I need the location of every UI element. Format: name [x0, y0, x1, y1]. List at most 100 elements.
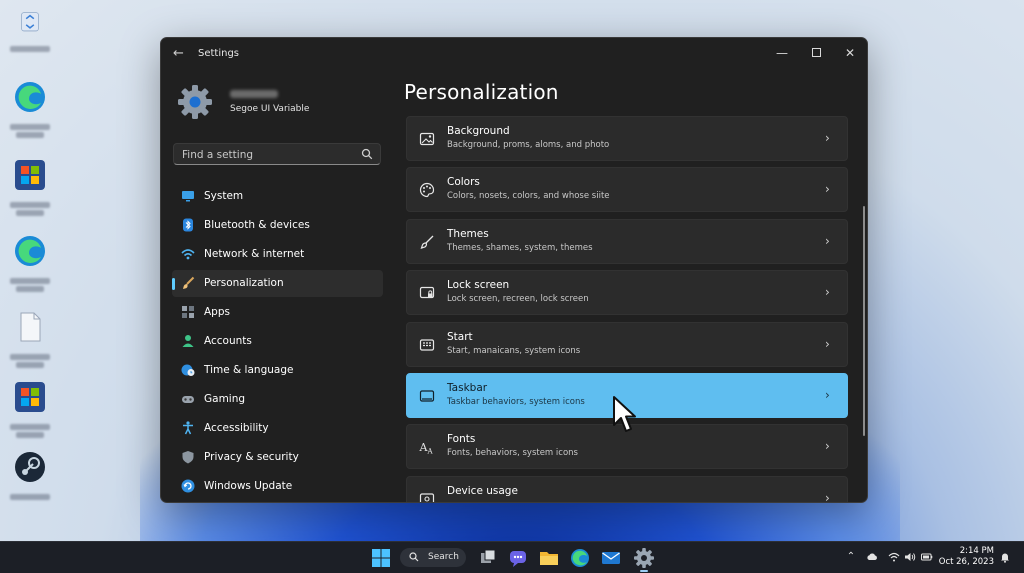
mail-icon[interactable]: [600, 547, 622, 569]
sidebar-item-label: Network & internet: [204, 248, 305, 260]
windows-start-icon[interactable]: [370, 547, 392, 569]
desktop-icon-edge-2[interactable]: [6, 234, 54, 292]
chevron-right-icon: ›: [825, 336, 830, 351]
person-icon: [182, 335, 194, 347]
desktop-icon-label: [16, 210, 44, 216]
sidebar-item-bluetooth-devices[interactable]: Bluetooth & devices: [172, 212, 383, 239]
sidebar-item-system[interactable]: System: [172, 183, 383, 210]
notification-bell-icon[interactable]: [999, 551, 1011, 563]
update-icon: [181, 479, 195, 493]
card-device-usage[interactable]: Device usage ›: [406, 475, 848, 502]
search-icon[interactable]: [361, 148, 373, 160]
document-icon: [20, 312, 41, 342]
wifi-icon[interactable]: [888, 551, 900, 563]
edge-icon[interactable]: [569, 547, 591, 569]
scrollbar[interactable]: [863, 206, 865, 436]
card-subtitle: Fonts, behaviors, system icons: [447, 448, 578, 459]
chevron-right-icon: ›: [825, 131, 830, 145]
back-arrow-icon[interactable]: ←: [173, 47, 187, 61]
sidebar-item-personalization[interactable]: Personalization: [172, 270, 383, 297]
start-grid-icon: [419, 338, 435, 351]
search-input[interactable]: [180, 146, 359, 164]
card-subtitle: Background, proms, aloms, and photo: [447, 140, 610, 150]
svg-text:A: A: [427, 448, 434, 456]
sidebar-item-label: Bluetooth & devices: [204, 219, 310, 231]
card-background[interactable]: Background Background, proms, aloms, and…: [406, 116, 848, 161]
chevron-right-icon: ›: [825, 233, 830, 248]
card-subtitle: Taskbar behaviors, system icons: [447, 396, 585, 407]
chevron-up-icon[interactable]: ⌃: [845, 551, 857, 563]
sidebar-item-label: Gaming: [204, 393, 246, 405]
desktop-icon-label: [16, 132, 44, 138]
sidebar-item-privacy-security[interactable]: Privacy & security: [172, 444, 383, 471]
sidebar-item-accounts[interactable]: Accounts: [172, 328, 383, 355]
desktop-icon-steam[interactable]: [6, 450, 54, 500]
desktop-icon-label: [10, 494, 50, 500]
battery-icon[interactable]: [921, 551, 933, 563]
sidebar-item-gaming[interactable]: Gaming: [172, 386, 383, 413]
task-view-icon[interactable]: [477, 547, 499, 569]
maximize-icon[interactable]: [801, 43, 831, 63]
sidebar-item-time-language[interactable]: Time & language: [172, 357, 383, 384]
chat-icon[interactable]: [507, 547, 529, 569]
search-box[interactable]: [173, 143, 381, 165]
volume-icon[interactable]: [904, 551, 916, 563]
desktop-icon-label: [10, 46, 50, 52]
card-subtitle: Start, manaicans, system icons: [447, 345, 581, 356]
settings-gear-icon[interactable]: [633, 547, 655, 569]
clock-date: Oct 26, 2023: [938, 557, 994, 567]
edge-icon: [15, 82, 45, 112]
sidebar-item-label: Accessibility: [204, 422, 269, 434]
sidebar-item-label: Windows Update: [204, 480, 293, 492]
card-title: Taskbar: [447, 381, 488, 394]
desktop-icon-windows-2[interactable]: [6, 380, 54, 438]
sidebar-item-network-internet[interactable]: Network & internet: [172, 241, 383, 268]
steam-icon: [15, 452, 45, 482]
chevron-right-icon: ›: [825, 285, 830, 300]
taskbar-clock[interactable]: 2:14 PM Oct 26, 2023: [939, 546, 994, 568]
profile-subtitle: Segoe UI Variable: [230, 104, 310, 114]
card-subtitle: Lock screen, recreen, lock screen: [447, 294, 589, 305]
monitor-icon: [182, 191, 194, 202]
accessibility-icon: [183, 421, 193, 435]
search-icon: [409, 552, 419, 562]
mouse-pointer-icon: [613, 396, 636, 432]
desktop-icon-file[interactable]: [6, 310, 54, 368]
card-start[interactable]: Start Start, manaicans, system icons ›: [406, 321, 848, 367]
desktop-icon-windows-1[interactable]: [6, 158, 54, 216]
chevron-right-icon: ›: [825, 439, 830, 454]
sidebar-item-label: Apps: [204, 306, 230, 318]
close-icon[interactable]: ✕: [835, 43, 865, 63]
settings-card-list: Background Background, proms, aloms, and…: [406, 116, 848, 502]
desktop-icon-label: [16, 286, 44, 292]
taskbar-search-label: Search: [428, 552, 459, 562]
card-colors[interactable]: Colors Colors, nosets, colors, and whose…: [406, 167, 848, 213]
bluetooth-icon: [183, 218, 193, 232]
title-bar[interactable]: ← Settings — ✕: [161, 38, 867, 72]
desktop-icon-label: [10, 278, 50, 284]
chevron-right-icon: ›: [825, 387, 830, 402]
sidebar-item-label: Accounts: [204, 335, 252, 347]
sidebar-item-label: System: [204, 190, 244, 202]
recycle-bin-icon: [21, 12, 39, 32]
taskbar-search-button[interactable]: Search: [400, 548, 466, 567]
desktop-icon-edge-1[interactable]: [6, 80, 54, 138]
windows-app-icon: [15, 382, 45, 412]
desktop-icon-recycle-bin[interactable]: [6, 6, 54, 52]
sidebar-item-windows-update[interactable]: Windows Update: [172, 473, 383, 500]
card-themes[interactable]: Themes Themes, shames, system, themes ›: [406, 218, 848, 264]
file-explorer-icon[interactable]: [538, 547, 560, 569]
card-title: Colors: [447, 176, 480, 189]
card-subtitle: Colors, nosets, colors, and whose siite: [447, 191, 610, 202]
edge-icon: [15, 236, 45, 266]
minimize-icon[interactable]: —: [767, 43, 797, 63]
chevron-right-icon: ›: [825, 182, 830, 197]
sidebar-item-apps[interactable]: Apps: [172, 299, 383, 326]
desktop-icon-label: [10, 424, 50, 430]
cloud-icon[interactable]: [866, 551, 878, 563]
card-lock-screen[interactable]: Lock screen Lock screen, recreen, lock s…: [406, 270, 848, 316]
taskbar-icon: [419, 390, 435, 402]
sidebar-item-accessibility[interactable]: Accessibility: [172, 415, 383, 442]
sidebar-nav: System Bluetooth & devices Network & int…: [172, 183, 383, 502]
desktop-icon-label: [16, 432, 44, 438]
